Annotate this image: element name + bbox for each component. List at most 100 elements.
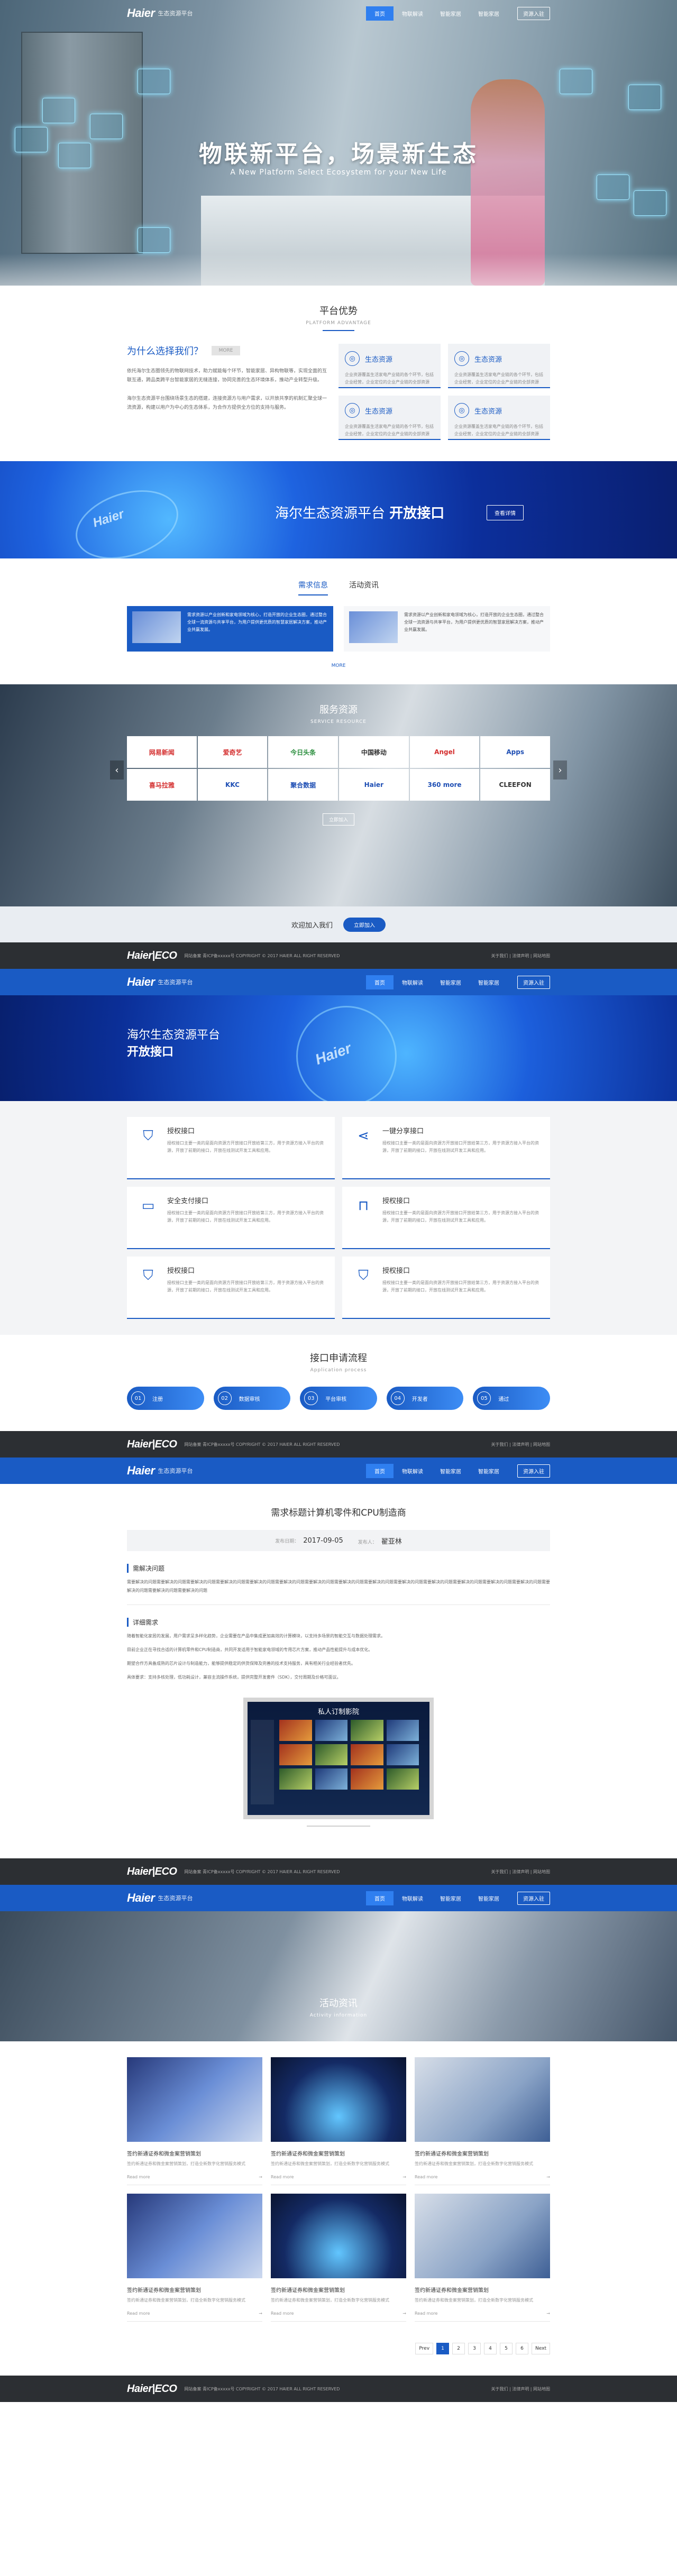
advantage-card[interactable]: ◎ 生态资源 企业资源覆盖生活家电产业链的各个环节，包括企业经营，企业定位的企业产业… (448, 396, 550, 440)
footer-logo[interactable]: Haier|ECO (127, 950, 177, 962)
activity-card[interactable]: 签约新通证券和微金案营销策划 签约新通证券和微金案营销策划，打造全新数字化营销服务… (127, 2194, 262, 2322)
haier-logo[interactable]: Haier (127, 1464, 155, 1478)
arrow-right-icon[interactable]: → (546, 2175, 550, 2179)
arrow-right-icon[interactable]: › (553, 760, 567, 780)
tab-activity[interactable]: 活动资讯 (349, 580, 379, 595)
activity-card[interactable]: 签约新通证券和微金案营销策划 签约新通证券和微金案营销策划，打造全新数字化营销服务… (271, 2057, 406, 2185)
haier-logo[interactable]: Haier (127, 6, 155, 20)
menu-item-home[interactable]: 首页 (366, 1463, 394, 1478)
menu-item-home[interactable]: 首页 (366, 1891, 394, 1905)
advantage-card[interactable]: ◎ 生态资源 企业资源覆盖生活家电产业链的各个环节，包括企业经营，企业定位的企业产业… (448, 344, 550, 388)
api-card[interactable]: ⊓ 授权接口 授权接口主要一类的是面向资源方开放接口开放给第三方，用于资源方接入平台… (342, 1187, 550, 1249)
process-step[interactable]: 01 注册 (127, 1387, 204, 1410)
news-item[interactable]: 需求资源以产业创新和家电领域为核心，打造开放的企业生态圈，通过整合全球一流资源与… (127, 606, 333, 652)
menu-item-smart-home-2[interactable]: 智能家居 (470, 975, 508, 989)
join-button[interactable]: 资源入驻 (517, 1891, 550, 1905)
prev-page-button[interactable]: Prev (415, 2343, 434, 2354)
join-button[interactable]: 资源入驻 (517, 975, 550, 989)
partner-logo[interactable]: 聚合数据 (268, 769, 338, 801)
partner-logo[interactable]: Angel (409, 736, 480, 768)
arrow-right-icon[interactable]: → (402, 2311, 406, 2316)
read-more-link[interactable]: Read more (127, 2175, 150, 2179)
api-card[interactable]: ⛉ 授权接口 授权接口主要一类的是面向资源方开放接口开放给第三方，用于资源方接入平台… (127, 1117, 335, 1179)
api-card[interactable]: ⛉ 授权接口 授权接口主要一类的是面向资源方开放接口开放给第三方，用于资源方接入平台… (342, 1257, 550, 1319)
why-text: 依托海尔生态圈领先的物联网技术，助力赋能每个环节，智能家居、异构物联等，实现全面… (127, 369, 327, 383)
partner-logo[interactable]: 爱奇艺 (197, 736, 268, 768)
page-button[interactable]: 3 (468, 2343, 481, 2354)
partner-logo[interactable]: Haier (339, 769, 409, 801)
footer-logo[interactable]: Haier|ECO (127, 1438, 177, 1451)
page-button[interactable]: 6 (516, 2343, 529, 2354)
partner-logo[interactable]: KKC (197, 769, 268, 801)
arrow-right-icon[interactable]: → (259, 2311, 262, 2316)
menu-item-iot[interactable]: 物联解读 (394, 1891, 432, 1905)
page-button[interactable]: 1 (436, 2343, 450, 2354)
advantage-card[interactable]: ◎ 生态资源 企业资源覆盖生活家电产业链的各个环节，包括企业经营，企业定位的企业产业… (338, 396, 441, 440)
activity-card[interactable]: 签约新通证券和微金案营销策划 签约新通证券和微金案营销策划，打造全新数字化营销服务… (415, 2057, 550, 2185)
menu-item-smart-home-2[interactable]: 智能家居 (470, 1464, 508, 1478)
welcome-join-button[interactable]: 立即加入 (343, 917, 386, 932)
footer-links[interactable]: 关于我们 | 法律声明 | 网站地图 (491, 953, 550, 959)
menu-item-iot[interactable]: 物联解读 (394, 6, 432, 21)
view-detail-button[interactable]: 查看详情 (487, 505, 524, 520)
activity-card[interactable]: 签约新通证券和微金案营销策划 签约新通证券和微金案营销策划，打造全新数字化营销服务… (415, 2194, 550, 2322)
movie-tile (279, 1720, 312, 1741)
menu-item-smart-home[interactable]: 智能家居 (432, 1464, 470, 1478)
join-button[interactable]: 资源入驻 (517, 6, 550, 20)
haier-logo[interactable]: Haier (127, 1891, 155, 1905)
process-step[interactable]: 04 开发者 (386, 1387, 464, 1410)
partner-logo[interactable]: 今日头条 (268, 736, 338, 768)
menu-item-smart-home-2[interactable]: 智能家居 (470, 6, 508, 21)
menu-item-iot[interactable]: 物联解读 (394, 975, 432, 989)
partner-logo[interactable]: 中国移动 (339, 736, 409, 768)
menu-item-home[interactable]: 首页 (366, 975, 394, 989)
page-button[interactable]: 5 (500, 2343, 513, 2354)
tab-demand[interactable]: 需求信息 (298, 580, 328, 595)
menu-item-smart-home[interactable]: 智能家居 (432, 6, 470, 21)
advantage-card[interactable]: ◎ 生态资源 企业资源覆盖生活家电产业链的各个环节，包括企业经营，企业定位的企业产业… (338, 344, 441, 388)
api-card[interactable]: ⋖ 一键分享接口 授权接口主要一类的是面向资源方开放接口开放给第三方，用于资源方接入… (342, 1117, 550, 1179)
activity-card[interactable]: 签约新通证券和微金案营销策划 签约新通证券和微金案营销策划，打造全新数字化营销服务… (127, 2057, 262, 2185)
news-item[interactable]: 需求资源以产业创新和家电领域为核心，打造开放的企业生态圈，通过整合全球一流资源与… (344, 606, 550, 652)
page-button[interactable]: 2 (452, 2343, 465, 2354)
process-step[interactable]: 05 通过 (473, 1387, 550, 1410)
footer-links[interactable]: 关于我们 | 法律声明 | 网站地图 (491, 1869, 550, 1875)
section-title: 平台优势 (319, 306, 358, 317)
read-more-link[interactable]: Read more (271, 2175, 294, 2179)
menu-item-smart-home[interactable]: 智能家居 (432, 1891, 470, 1905)
footer-logo[interactable]: Haier|ECO (127, 2383, 177, 2395)
partner-logo[interactable]: 网易新闻 (127, 736, 197, 768)
footer: Haier|ECO 网站备案 青ICP备xxxxx号 COPYRIGHT © 20… (0, 942, 677, 969)
arrow-left-icon[interactable]: ‹ (110, 760, 124, 780)
read-more-link[interactable]: Read more (271, 2311, 294, 2316)
read-more-link[interactable]: Read more (415, 2175, 437, 2179)
menu-item-iot[interactable]: 物联解读 (394, 1464, 432, 1478)
page-button[interactable]: 4 (484, 2343, 497, 2354)
api-card[interactable]: ⛉ 授权接口 授权接口主要一类的是面向资源方开放接口开放给第三方，用于资源方接入平台… (127, 1257, 335, 1319)
process-step[interactable]: 03 平台审核 (300, 1387, 377, 1410)
partner-logo[interactable]: 喜马拉雅 (127, 769, 197, 801)
next-page-button[interactable]: Next (532, 2343, 550, 2354)
more-link[interactable]: MORE (317, 663, 360, 668)
join-button[interactable]: 资源入驻 (517, 1464, 550, 1478)
resource-join-button[interactable]: 立即加入 (323, 813, 354, 826)
api-card[interactable]: ▭ 安全支付接口 授权接口主要一类的是面向资源方开放接口开放给第三方，用于资源方接入… (127, 1187, 335, 1249)
arrow-right-icon[interactable]: → (402, 2175, 406, 2179)
menu-item-smart-home-2[interactable]: 智能家居 (470, 1891, 508, 1905)
footer-links[interactable]: 关于我们 | 法律声明 | 网站地图 (491, 2386, 550, 2392)
partner-logo[interactable]: CLEEFON (480, 769, 550, 801)
read-more-link[interactable]: Read more (415, 2311, 437, 2316)
activity-card[interactable]: 签约新通证券和微金案营销策划 签约新通证券和微金案营销策划，打造全新数字化营销服务… (271, 2194, 406, 2322)
why-more-tag[interactable]: MORE (212, 346, 240, 355)
menu-item-smart-home[interactable]: 智能家居 (432, 975, 470, 989)
partner-logo[interactable]: Apps (480, 736, 550, 768)
arrow-right-icon[interactable]: → (259, 2175, 262, 2179)
menu-item-home[interactable]: 首页 (366, 6, 394, 21)
partner-logo[interactable]: 360 more (409, 769, 480, 801)
arrow-right-icon[interactable]: → (546, 2311, 550, 2316)
haier-logo[interactable]: Haier (127, 975, 155, 989)
footer-logo[interactable]: Haier|ECO (127, 1866, 177, 1878)
footer-links[interactable]: 关于我们 | 法律声明 | 网站地图 (491, 1442, 550, 1447)
process-step[interactable]: 02 数据审核 (213, 1387, 291, 1410)
read-more-link[interactable]: Read more (127, 2311, 150, 2316)
